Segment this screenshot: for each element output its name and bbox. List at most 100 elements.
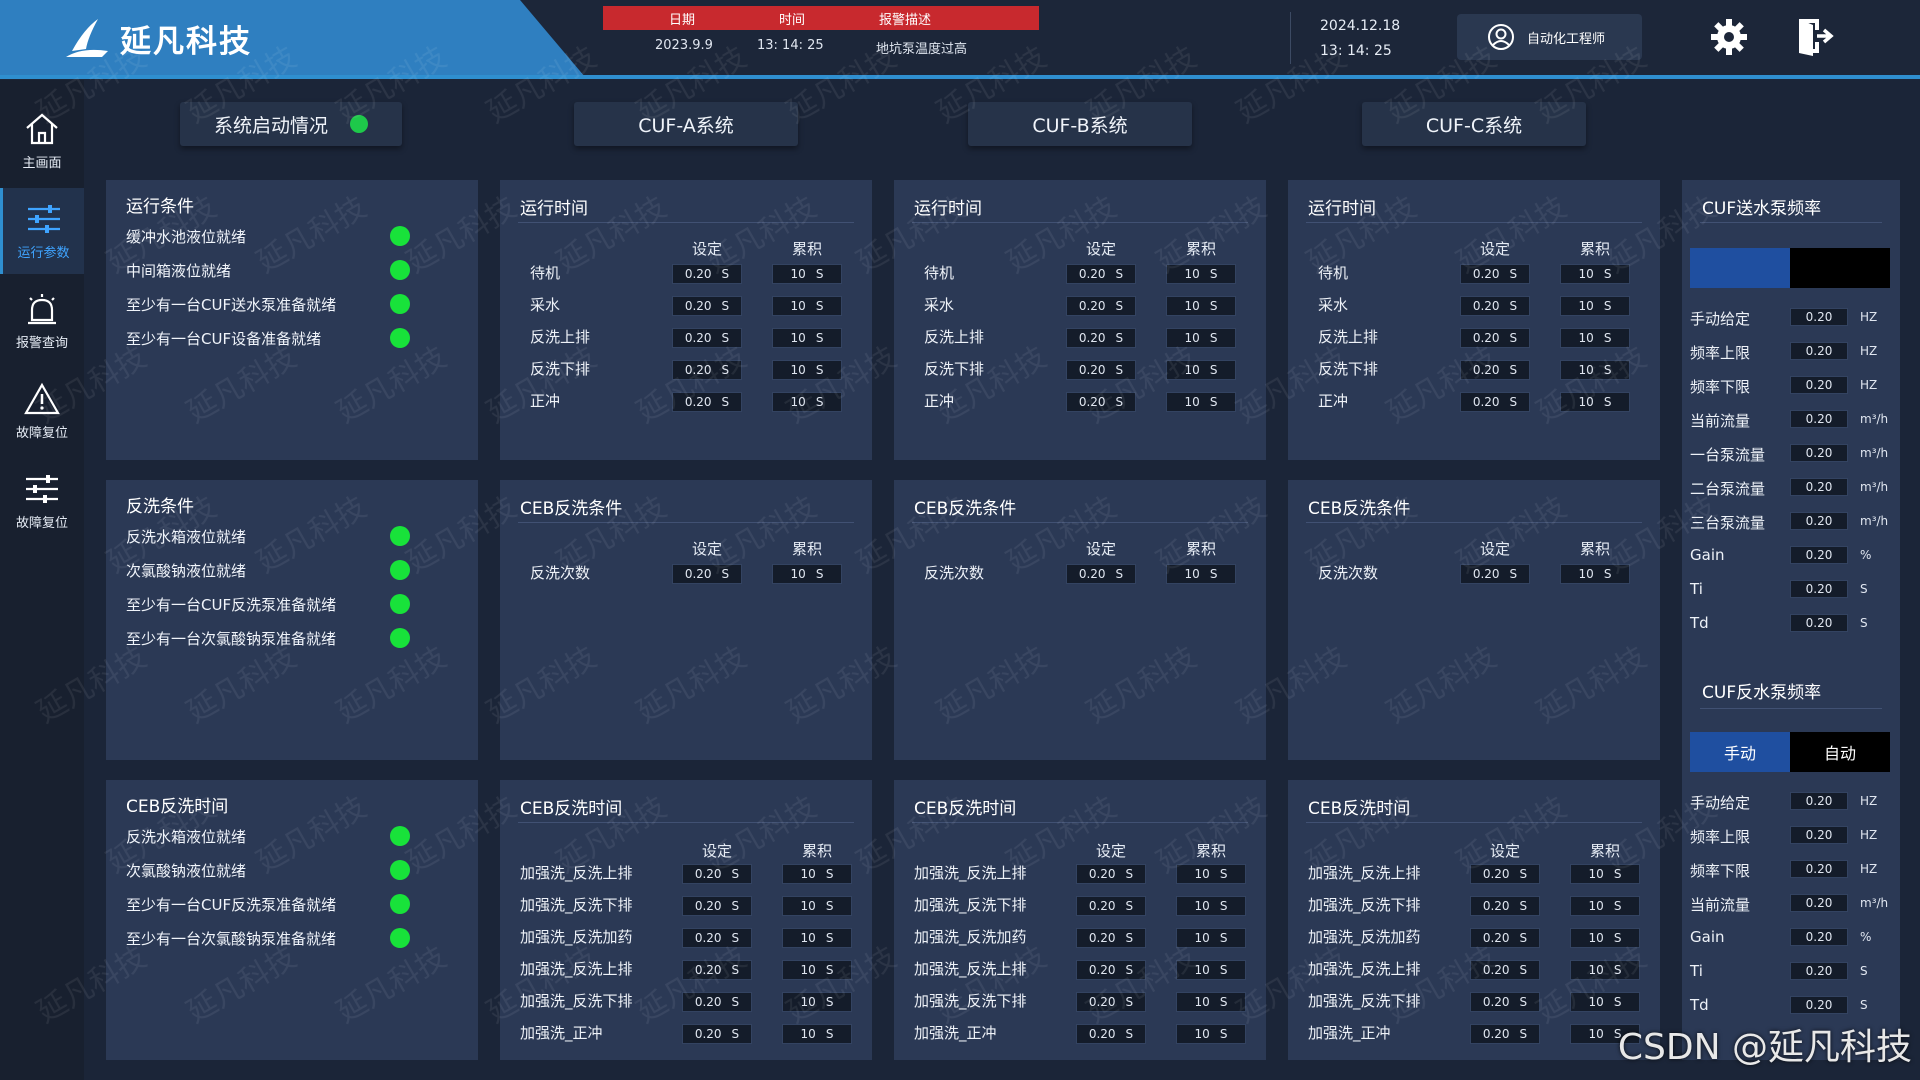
panel-divider bbox=[1700, 708, 1882, 709]
user-button[interactable]: 自动化工程师 bbox=[1457, 14, 1642, 60]
set-value-input[interactable]: 0.20 S bbox=[1076, 896, 1146, 916]
set-value: 0.20 bbox=[1078, 363, 1106, 377]
auto-mode-button[interactable]: 自动 bbox=[1790, 732, 1890, 772]
pump-param-input[interactable]: 0.20 bbox=[1790, 308, 1848, 326]
param-label: 加强洗_反洗上排 bbox=[520, 960, 633, 978]
tab-cuf-a[interactable]: CUF-A系统 bbox=[574, 102, 798, 146]
pump-param-unit: HZ bbox=[1860, 828, 1878, 842]
set-value-input[interactable]: 0.20 S bbox=[672, 392, 742, 412]
set-value-input[interactable]: 0.20 S bbox=[672, 296, 742, 316]
set-value-input[interactable]: 0.20 S bbox=[1460, 328, 1530, 348]
tab-cuf-c[interactable]: CUF-C系统 bbox=[1362, 102, 1586, 146]
sidebar-item-fault-reset-2[interactable]: 故障复位 bbox=[0, 458, 84, 544]
pump-param-input[interactable]: 0.20 bbox=[1790, 580, 1848, 598]
set-value-input[interactable]: 0.20 S bbox=[672, 564, 742, 584]
set-value: 0.20 bbox=[1482, 899, 1510, 913]
pump-param-input[interactable]: 0.20 bbox=[1790, 512, 1848, 530]
set-value-input[interactable]: 0.20 S bbox=[682, 896, 752, 916]
pump-param-input[interactable]: 0.20 bbox=[1790, 376, 1848, 394]
set-value: 0.20 bbox=[1078, 395, 1106, 409]
param-label: 加强洗_反洗下排 bbox=[914, 992, 1027, 1010]
set-value-input[interactable]: 0.20 S bbox=[682, 1024, 752, 1044]
acc-value: 10 bbox=[790, 395, 806, 409]
set-value-input[interactable]: 0.20 S bbox=[1076, 960, 1146, 980]
set-value-input[interactable]: 0.20 S bbox=[682, 864, 752, 884]
set-value-input[interactable]: 0.20 S bbox=[1470, 928, 1540, 948]
pump-param-input[interactable]: 0.20 bbox=[1790, 614, 1848, 632]
set-value-input[interactable]: 0.20 S bbox=[1076, 864, 1146, 884]
set-value-input[interactable]: 0.20 S bbox=[1460, 296, 1530, 316]
set-value-input[interactable]: 0.20 S bbox=[672, 328, 742, 348]
set-value-input[interactable]: 0.20 S bbox=[672, 360, 742, 380]
param-label: 待机 bbox=[1318, 264, 1349, 282]
condition-label: 至少有一台次氯酸钠泵准备就绪 bbox=[126, 630, 337, 648]
feed-mode-right[interactable] bbox=[1790, 248, 1890, 288]
set-value-input[interactable]: 0.20 S bbox=[1076, 992, 1146, 1012]
pump-param-input[interactable]: 0.20 bbox=[1790, 928, 1848, 946]
pump-param-input[interactable]: 0.20 bbox=[1790, 546, 1848, 564]
set-value-input[interactable]: 0.20 S bbox=[1460, 564, 1530, 584]
pump-param-input[interactable]: 0.20 bbox=[1790, 826, 1848, 844]
set-value-input[interactable]: 0.20 S bbox=[1076, 1024, 1146, 1044]
set-value-input[interactable]: 0.20 S bbox=[1066, 564, 1136, 584]
set-value-input[interactable]: 0.20 S bbox=[1066, 392, 1136, 412]
set-value-input[interactable]: 0.20 S bbox=[682, 928, 752, 948]
sidebar-item-run-params[interactable]: 运行参数 bbox=[0, 188, 84, 274]
set-value-input[interactable]: 0.20 S bbox=[1066, 296, 1136, 316]
pump-param-input[interactable]: 0.20 bbox=[1790, 342, 1848, 360]
tab-cuf-b[interactable]: CUF-B系统 bbox=[968, 102, 1192, 146]
set-value-input[interactable]: 0.20 S bbox=[1066, 360, 1136, 380]
sidebar-item-fault-reset[interactable]: 故障复位 bbox=[0, 368, 84, 454]
set-value-input[interactable]: 0.20 S bbox=[1460, 360, 1530, 380]
tab-system-status[interactable]: 系统启动情况 bbox=[180, 102, 402, 146]
set-value-input[interactable]: 0.20 S bbox=[1066, 328, 1136, 348]
set-value-input[interactable]: 0.20 S bbox=[1470, 1024, 1540, 1044]
pump-param-input[interactable]: 0.20 bbox=[1790, 444, 1848, 462]
unit-label: S bbox=[1519, 995, 1528, 1009]
set-value-input[interactable]: 0.20 S bbox=[1470, 896, 1540, 916]
unit-label: S bbox=[1603, 299, 1612, 313]
acc-value: 10 bbox=[1184, 299, 1200, 313]
set-value-input[interactable]: 0.20 S bbox=[682, 960, 752, 980]
alarm-row[interactable]: 2023.9.9 13: 14: 25 地坑泵温度过高 bbox=[603, 34, 1039, 58]
logout-icon[interactable] bbox=[1795, 16, 1835, 56]
feed-pump-title: CUF送水泵频率 bbox=[1702, 199, 1822, 219]
pump-param-label: 频率上限 bbox=[1690, 828, 1751, 846]
accumulated-value: 10 S bbox=[782, 928, 852, 948]
set-value-input[interactable]: 0.20 S bbox=[1460, 264, 1530, 284]
set-value-input[interactable]: 0.20 S bbox=[1076, 928, 1146, 948]
pump-param-input[interactable]: 0.20 bbox=[1790, 860, 1848, 878]
set-value: 0.20 bbox=[1088, 995, 1116, 1009]
unit-label: S bbox=[721, 395, 730, 409]
pump-param-input[interactable]: 0.20 bbox=[1790, 962, 1848, 980]
sidebar-item-alarm[interactable]: 报警查询 bbox=[0, 278, 84, 364]
system-panel: 运行时间 设定 累积 待机 0.20 S 10 S 采水 0.20 S 10 S 反洗上排 0.20 S 10 S… bbox=[1288, 180, 1660, 460]
set-value-input[interactable]: 0.20 S bbox=[1470, 992, 1540, 1012]
gear-icon[interactable] bbox=[1710, 18, 1748, 56]
set-value-input[interactable]: 0.20 S bbox=[1066, 264, 1136, 284]
param-label: 反洗上排 bbox=[530, 328, 591, 346]
back-mode-toggle[interactable]: 手动 自动 bbox=[1690, 732, 1890, 772]
set-value-input[interactable]: 0.20 S bbox=[1470, 864, 1540, 884]
pump-param-input[interactable]: 0.20 bbox=[1790, 478, 1848, 496]
feed-mode-toggle[interactable] bbox=[1690, 248, 1890, 288]
unit-label: S bbox=[731, 1027, 740, 1041]
acc-value: 10 bbox=[1184, 567, 1200, 581]
set-value-input[interactable]: 0.20 S bbox=[1460, 392, 1530, 412]
param-label: 正冲 bbox=[1318, 392, 1349, 410]
pump-param-input[interactable]: 0.20 bbox=[1790, 410, 1848, 428]
pump-param-label: 手动给定 bbox=[1690, 794, 1751, 812]
pump-param-input[interactable]: 0.20 bbox=[1790, 996, 1848, 1014]
condition-label: 反洗水箱液位就绪 bbox=[126, 828, 247, 846]
sidebar-item-home[interactable]: 主画面 bbox=[0, 98, 84, 184]
set-value-input[interactable]: 0.20 S bbox=[672, 264, 742, 284]
manual-mode-button[interactable]: 手动 bbox=[1690, 732, 1790, 772]
set-value-input[interactable]: 0.20 S bbox=[1470, 960, 1540, 980]
pump-param-input[interactable]: 0.20 bbox=[1790, 792, 1848, 810]
unit-label: S bbox=[1519, 931, 1528, 945]
feed-mode-left[interactable] bbox=[1690, 248, 1790, 288]
acc-value: 10 bbox=[800, 1027, 816, 1041]
param-label: 正冲 bbox=[924, 392, 955, 410]
set-value-input[interactable]: 0.20 S bbox=[682, 992, 752, 1012]
pump-param-input[interactable]: 0.20 bbox=[1790, 894, 1848, 912]
